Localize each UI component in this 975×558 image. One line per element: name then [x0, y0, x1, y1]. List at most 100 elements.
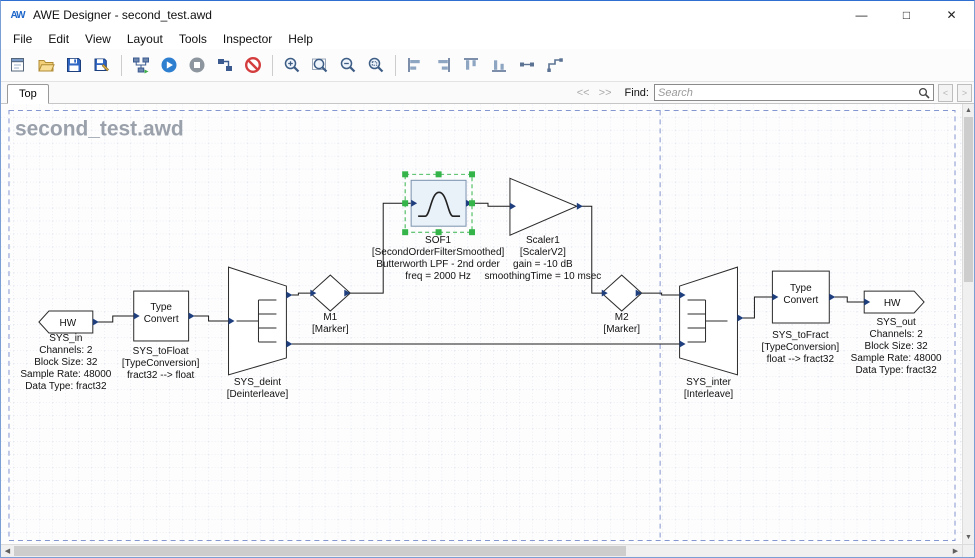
align-right-button[interactable]: [429, 52, 457, 78]
find-nav: << >>: [574, 87, 615, 99]
menu-edit[interactable]: Edit: [40, 30, 77, 48]
stop-button[interactable]: [183, 52, 211, 78]
svg-text:M2: M2: [615, 312, 629, 323]
run-icon: [160, 56, 178, 74]
svg-text:Block Size: 32: Block Size: 32: [34, 357, 98, 368]
maximize-button[interactable]: □: [884, 1, 929, 29]
toolbar-separator: [395, 55, 396, 76]
halt-button[interactable]: [239, 52, 267, 78]
route-button[interactable]: [541, 52, 569, 78]
vertical-scrollbar[interactable]: ▲ ▼: [962, 104, 974, 544]
caption-sys-tofract: SYS_toFract [TypeConversion] float --> f…: [762, 330, 840, 365]
app-window: AW AWE Designer - second_test.awd — □ ✕ …: [0, 0, 975, 558]
save-as-icon: [93, 56, 111, 74]
svg-text:freq = 2000 Hz: freq = 2000 Hz: [405, 271, 471, 282]
vertical-scroll-thumb[interactable]: [964, 117, 973, 282]
svg-text:Channels: 2: Channels: 2: [870, 329, 924, 340]
menu-tools[interactable]: Tools: [171, 30, 215, 48]
block-sys-out[interactable]: HW: [864, 291, 924, 313]
block-sys-tofloat[interactable]: Type Convert: [134, 291, 195, 341]
block-sys-inter[interactable]: [680, 267, 744, 375]
connect-icon: [518, 56, 536, 74]
find-forward-button[interactable]: >>: [596, 87, 615, 99]
block-sof1[interactable]: [402, 171, 475, 235]
svg-text:SYS_in: SYS_in: [49, 333, 82, 344]
zoom-in-button[interactable]: [278, 52, 306, 78]
svg-text:SYS_inter: SYS_inter: [686, 377, 732, 388]
block-sys-in[interactable]: HW: [39, 311, 99, 333]
horizontal-scroll-thumb[interactable]: [14, 546, 626, 556]
canvas-watermark: second_test.awd: [15, 117, 184, 140]
align-right-icon: [434, 56, 452, 74]
align-top-icon: [462, 56, 480, 74]
scroll-up-arrow[interactable]: ▲: [963, 104, 974, 117]
align-top-button[interactable]: [457, 52, 485, 78]
save-button[interactable]: [60, 52, 88, 78]
svg-text:Butterworth LPF - 2nd order: Butterworth LPF - 2nd order: [376, 259, 500, 270]
scroll-down-arrow[interactable]: ▼: [963, 531, 974, 544]
align-left-icon: [406, 56, 424, 74]
zoom-fit-button[interactable]: [306, 52, 334, 78]
find-label: Find:: [625, 87, 649, 99]
close-button[interactable]: ✕: [929, 1, 974, 29]
tab-top[interactable]: Top: [7, 84, 49, 104]
menu-view[interactable]: View: [77, 30, 119, 48]
zoom-fit-icon: [311, 56, 329, 74]
block-label: HW: [60, 318, 77, 329]
align-left-button[interactable]: [401, 52, 429, 78]
search-input[interactable]: [658, 87, 918, 99]
menu-layout[interactable]: Layout: [119, 30, 171, 48]
design-canvas[interactable]: second_test.awd HW SYS_in: [1, 104, 962, 544]
svg-text:Sample Rate: 48000: Sample Rate: 48000: [20, 369, 111, 380]
search-icon[interactable]: [918, 87, 930, 99]
find-back-button[interactable]: <<: [574, 87, 593, 99]
svg-text:Data Type: fract32: Data Type: fract32: [25, 381, 107, 392]
route-icon: [546, 56, 564, 74]
svg-text:SYS_toFloat: SYS_toFloat: [133, 346, 189, 357]
tab-bar: Top << >> Find: < >: [1, 82, 974, 104]
horizontal-scroll-track[interactable]: [626, 545, 949, 557]
tab-scroll-right-button[interactable]: >: [957, 84, 972, 102]
open-button[interactable]: [32, 52, 60, 78]
connect-button[interactable]: [513, 52, 541, 78]
menu-help[interactable]: Help: [280, 30, 321, 48]
block-label: HW: [884, 298, 901, 309]
stop-icon: [188, 56, 206, 74]
menu-file[interactable]: File: [5, 30, 40, 48]
scroll-right-arrow[interactable]: ▶: [949, 545, 962, 557]
canvas-area: second_test.awd HW SYS_in: [1, 104, 974, 544]
tab-scroll-left-button[interactable]: <: [938, 84, 953, 102]
svg-text:[SecondOrderFilterSmoothed]: [SecondOrderFilterSmoothed]: [372, 247, 505, 258]
generate-target-button[interactable]: [127, 52, 155, 78]
vertical-scroll-track[interactable]: [963, 282, 974, 531]
block-sys-tofract[interactable]: Type Convert: [772, 271, 835, 323]
run-button[interactable]: [155, 52, 183, 78]
block-label: Convert: [783, 295, 818, 306]
svg-text:fract32 --> float: fract32 --> float: [127, 370, 195, 381]
svg-text:[Marker]: [Marker]: [603, 324, 640, 335]
save-as-button[interactable]: [88, 52, 116, 78]
zoom-in-icon: [283, 56, 301, 74]
menu-inspector[interactable]: Inspector: [215, 30, 280, 48]
svg-text:SOF1: SOF1: [425, 235, 451, 246]
minimize-button[interactable]: —: [839, 1, 884, 29]
zoom-selection-icon: [367, 56, 385, 74]
menu-bar: File Edit View Layout Tools Inspector He…: [1, 29, 974, 49]
block-label: Type: [790, 283, 812, 294]
zoom-selection-button[interactable]: [362, 52, 390, 78]
svg-text:[Interleave]: [Interleave]: [684, 389, 734, 400]
generate-target-icon: [132, 56, 150, 74]
profile-button[interactable]: [211, 52, 239, 78]
zoom-out-button[interactable]: [334, 52, 362, 78]
scroll-left-arrow[interactable]: ◀: [1, 545, 14, 557]
align-bottom-button[interactable]: [485, 52, 513, 78]
caption-sys-inter: SYS_inter [Interleave]: [684, 377, 734, 400]
caption-sys-deint: SYS_deint [Deinterleave]: [227, 377, 289, 400]
app-logo-icon: AW: [9, 7, 26, 24]
horizontal-scrollbar[interactable]: ◀ ▶: [1, 544, 974, 557]
scrollbar-corner: [962, 545, 974, 557]
svg-text:[ScalerV2]: [ScalerV2]: [520, 247, 566, 258]
new-design-button[interactable]: [4, 52, 32, 78]
svg-text:[TypeConversion]: [TypeConversion]: [122, 358, 200, 369]
svg-text:Data Type: fract32: Data Type: fract32: [855, 365, 937, 376]
